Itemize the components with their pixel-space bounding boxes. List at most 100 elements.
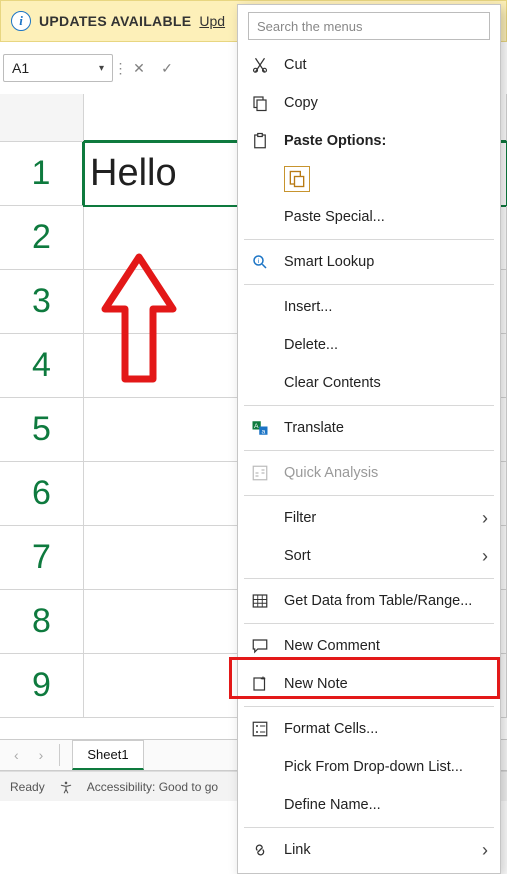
row-header-8[interactable]: 8: [0, 590, 84, 654]
accessibility-icon: [59, 780, 73, 794]
menu-get-data-label: Get Data from Table/Range...: [284, 593, 472, 609]
select-all-corner[interactable]: [0, 94, 84, 142]
note-icon: [250, 674, 270, 694]
row-header-7[interactable]: 7: [0, 526, 84, 590]
menu-clear-contents[interactable]: Clear Contents: [238, 364, 500, 402]
chevron-right-icon: ›: [482, 840, 488, 861]
info-icon: i: [11, 11, 31, 31]
chevron-right-icon: ›: [482, 546, 488, 567]
menu-clear-contents-label: Clear Contents: [284, 375, 381, 391]
next-sheet-arrow[interactable]: ›: [35, 747, 48, 763]
translate-icon: Aa: [250, 418, 270, 438]
menu-search-input[interactable]: Search the menus: [248, 12, 490, 40]
menu-separator: [244, 450, 494, 451]
menu-sort-label: Sort: [284, 548, 311, 564]
menu-quick-analysis-label: Quick Analysis: [284, 465, 378, 481]
status-ready: Ready: [10, 780, 45, 794]
table-icon: [250, 591, 270, 611]
menu-new-note[interactable]: New Note: [238, 665, 500, 703]
menu-paste-special-label: Paste Special...: [284, 209, 385, 225]
menu-paste-special[interactable]: Paste Special...: [238, 198, 500, 236]
menu-copy-label: Copy: [284, 95, 318, 111]
menu-separator: [244, 578, 494, 579]
blank-icon: [250, 207, 270, 227]
menu-delete-label: Delete...: [284, 337, 338, 353]
paste-options-row: [238, 160, 500, 198]
cut-icon: [250, 55, 270, 75]
menu-define-name-label: Define Name...: [284, 797, 381, 813]
row-header-5[interactable]: 5: [0, 398, 84, 462]
divider: [59, 744, 60, 766]
menu-pick-list-label: Pick From Drop-down List...: [284, 759, 463, 775]
blank-icon: [250, 757, 270, 777]
menu-separator: [244, 405, 494, 406]
row-header-3[interactable]: 3: [0, 270, 84, 334]
prev-sheet-arrow[interactable]: ‹: [10, 747, 23, 763]
menu-separator: [244, 706, 494, 707]
blank-icon: [250, 373, 270, 393]
menu-link[interactable]: Link ›: [238, 831, 500, 869]
menu-cut[interactable]: Cut: [238, 46, 500, 84]
banner-title: UPDATES AVAILABLE: [39, 13, 191, 29]
smart-lookup-icon: i: [250, 252, 270, 272]
name-box-value: A1: [12, 60, 29, 76]
menu-separator: [244, 827, 494, 828]
menu-smart-lookup-label: Smart Lookup: [284, 254, 374, 270]
menu-separator: [244, 495, 494, 496]
menu-translate-label: Translate: [284, 420, 344, 436]
row-header-4[interactable]: 4: [0, 334, 84, 398]
copy-icon: [250, 93, 270, 113]
blank-icon: [250, 546, 270, 566]
menu-filter[interactable]: Filter ›: [238, 499, 500, 537]
sheet-tab-sheet1[interactable]: Sheet1: [72, 740, 143, 770]
menu-sort[interactable]: Sort ›: [238, 537, 500, 575]
menu-new-note-label: New Note: [284, 676, 348, 692]
menu-paste-options: Paste Options:: [238, 122, 500, 160]
status-accessibility: Accessibility: Good to go: [87, 780, 218, 794]
menu-format-cells[interactable]: Format Cells...: [238, 710, 500, 748]
divider-icon: ⋮: [119, 57, 122, 79]
formula-cancel-button[interactable]: ✕: [128, 57, 150, 79]
paste-options-title: Paste Options:: [284, 133, 386, 149]
menu-cut-label: Cut: [284, 57, 307, 73]
menu-delete[interactable]: Delete...: [238, 326, 500, 364]
format-cells-icon: [250, 719, 270, 739]
blank-icon: [250, 795, 270, 815]
link-icon: [250, 840, 270, 860]
clipboard-icon: [250, 131, 270, 151]
menu-separator: [244, 623, 494, 624]
row-header-6[interactable]: 6: [0, 462, 84, 526]
svg-text:i: i: [258, 258, 260, 265]
svg-text:A: A: [254, 423, 259, 430]
menu-define-name[interactable]: Define Name...: [238, 786, 500, 824]
menu-link-label: Link: [284, 842, 311, 858]
svg-text:a: a: [261, 428, 265, 435]
menu-translate[interactable]: Aa Translate: [238, 409, 500, 447]
paste-default-option[interactable]: [284, 166, 310, 192]
menu-copy[interactable]: Copy: [238, 84, 500, 122]
row-header-9[interactable]: 9: [0, 654, 84, 718]
menu-insert-label: Insert...: [284, 299, 332, 315]
menu-pick-from-list[interactable]: Pick From Drop-down List...: [238, 748, 500, 786]
row-header-1[interactable]: 1: [0, 142, 84, 206]
formula-confirm-button[interactable]: ✓: [156, 57, 178, 79]
blank-icon: [250, 508, 270, 528]
name-box[interactable]: A1 ▾: [3, 54, 113, 82]
name-formula-row: A1 ▾ ⋮ ✕ ✓: [3, 52, 178, 84]
banner-update-link[interactable]: Upd: [199, 13, 225, 29]
quick-analysis-icon: [250, 463, 270, 483]
menu-separator: [244, 239, 494, 240]
row-header-2[interactable]: 2: [0, 206, 84, 270]
blank-icon: [250, 297, 270, 317]
menu-filter-label: Filter: [284, 510, 316, 526]
cell-context-menu: Search the menus Cut Copy Paste Options:…: [237, 4, 501, 874]
comment-icon: [250, 636, 270, 656]
chevron-down-icon: ▾: [99, 63, 104, 74]
menu-new-comment-label: New Comment: [284, 638, 380, 654]
menu-get-data[interactable]: Get Data from Table/Range...: [238, 582, 500, 620]
menu-insert[interactable]: Insert...: [238, 288, 500, 326]
blank-icon: [250, 335, 270, 355]
menu-smart-lookup[interactable]: i Smart Lookup: [238, 243, 500, 281]
chevron-right-icon: ›: [482, 508, 488, 529]
menu-new-comment[interactable]: New Comment: [238, 627, 500, 665]
